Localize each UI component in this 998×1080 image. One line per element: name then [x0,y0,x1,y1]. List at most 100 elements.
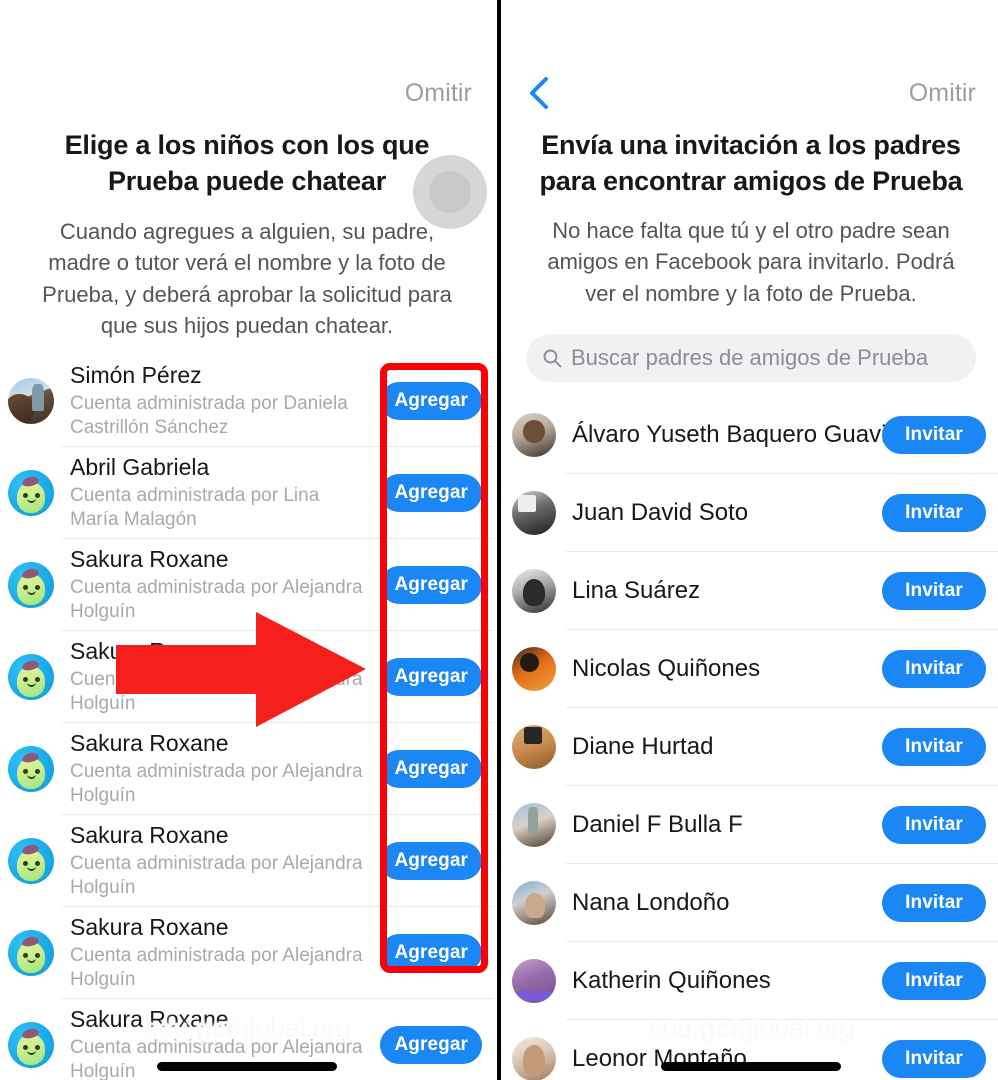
watermark-prefix: edu. [143,1013,196,1043]
home-indicator [661,1062,841,1071]
list-item[interactable]: Sakura Roxane Cuenta administrada por Al… [0,907,494,1000]
avatar [8,746,54,793]
list-item-name: Nicolas Quiñones [572,654,761,682]
watermark-left: edu.gcfglobal.org [0,1013,494,1044]
skip-button-right[interactable]: Omitir [909,79,976,108]
list-item-text: Sakura Roxane Cuenta administrada por Al… [54,822,380,900]
touch-indicator [413,155,487,229]
list-item-name: Abril Gabriela [70,454,210,481]
invite-button[interactable]: Invitar [882,883,986,922]
list-item[interactable]: Nicolas Quiñones Invitar [504,630,998,708]
invite-button[interactable]: Invitar [882,727,986,766]
chevron-left-icon[interactable] [522,76,556,110]
invite-button[interactable]: Invitar [882,805,986,844]
skip-button-left[interactable]: Omitir [405,79,472,108]
add-button[interactable]: Agregar [380,658,482,697]
search-input[interactable]: Buscar padres de amigos de Prueba [526,333,976,382]
invite-button[interactable]: Invitar [882,649,986,688]
avatar [8,378,54,425]
list-item-name: Sakura Roxane [70,822,229,849]
list-item-name: Simón Pérez [70,362,202,389]
list-item-text: Lina Suárez [556,577,882,606]
list-item-name: Juan David Soto [572,498,749,526]
list-item[interactable]: Nana Londoño Invitar [504,864,998,942]
list-item-name: Sakura Roxane [70,730,229,757]
list-item-name: Daniel F Bulla F [572,810,743,838]
list-item-text: Nicolas Quiñones [556,655,882,684]
list-item[interactable]: Abril Gabriela Cuenta administrada por L… [0,447,494,540]
list-item-text: Nana Londoño [556,889,882,918]
watermark-prefix: edu. [647,1013,700,1043]
left-phone-screen: Omitir Elige a los niños con los que Pru… [0,0,494,1080]
list-item-name: Diane Hurtad [572,732,714,760]
list-item-text: Sakura Roxane Cuenta administrada por Al… [54,730,380,808]
left-top-bar: Omitir [0,62,494,124]
invite-button[interactable]: Invitar [882,1039,986,1078]
invite-button[interactable]: Invitar [882,493,986,532]
list-item-text: Álvaro Yuseth Baquero Guavita [556,420,907,450]
page-title-right: Envía una invitación a los padres para e… [539,130,963,196]
list-item-text: Katherin Quiñones [556,967,882,996]
list-item-name: Sakura Roxane [70,914,229,941]
list-item-subtitle: Cuenta administrada por Daniela Castrill… [70,392,348,438]
list-item[interactable]: Daniel F Bulla F Invitar [504,786,998,864]
list-item-name: Nana Londoño [572,888,730,916]
invite-button[interactable]: Invitar [882,961,986,1000]
list-item-text: Sakura Roxane Cuenta administrada por Al… [54,914,380,992]
list-item[interactable]: Sakura Roxane Cuenta administrada por Al… [0,815,494,908]
add-button[interactable]: Agregar [380,474,482,513]
avatar [8,562,54,609]
avatar [8,838,54,885]
watermark-bold: gcf [699,1013,739,1043]
list-item-subtitle: Cuenta administrada por Alejandra Holguí… [70,760,363,806]
add-button[interactable]: Agregar [380,934,482,973]
list-item-subtitle: Cuenta administrada por Alejandra Holguí… [70,852,363,898]
screenshot-root: Omitir Elige a los niños con los que Pru… [0,0,998,1080]
list-item-subtitle: Cuenta administrada por Alejandra Holguí… [70,944,363,990]
add-button[interactable]: Agregar [380,566,482,605]
list-item[interactable]: Diane Hurtad Invitar [504,708,998,786]
list-item[interactable]: Katherin Quiñones Invitar [504,942,998,1020]
add-button[interactable]: Agregar [380,842,482,881]
watermark-suffix: global.org [738,1013,855,1043]
list-item-name: Sakura Roxane [70,546,229,573]
list-item[interactable]: Álvaro Yuseth Baquero Guavita Invitar [504,396,998,474]
add-button[interactable]: Agregar [380,750,482,789]
list-item-text: Juan David Soto [556,499,882,528]
search-placeholder: Buscar padres de amigos de Prueba [571,344,929,370]
list-item-text: Diane Hurtad [556,733,882,762]
list-item[interactable]: Simón Pérez Cuenta administrada por Dani… [0,355,494,448]
avatar [512,490,556,535]
avatar [8,470,54,517]
avatar [512,958,556,1003]
list-item-text: Simón Pérez Cuenta administrada por Dani… [54,362,380,440]
list-item[interactable]: Juan David Soto Invitar [504,474,998,552]
list-item-name: Lina Suárez [572,576,701,604]
avatar [512,646,556,691]
watermark-bold: gcf [195,1013,235,1043]
avatar [512,412,556,457]
search-icon [543,349,562,368]
list-item[interactable]: Lina Suárez Invitar [504,552,998,630]
invite-button[interactable]: Invitar [882,415,986,454]
invite-button[interactable]: Invitar [882,571,986,610]
list-item-name: Katherin Quiñones [572,966,771,994]
panel-separator [494,0,504,1080]
avatar [512,802,556,847]
parents-list: Álvaro Yuseth Baquero Guavita Invitar Ju… [504,396,998,1080]
avatar [512,880,556,925]
list-item[interactable]: Sakura Roxane Cuenta administrada por Al… [0,723,494,816]
avatar [512,568,556,613]
home-indicator [157,1062,337,1071]
right-top-bar: Omitir [504,62,998,124]
list-item-name: Álvaro Yuseth Baquero Guavita [572,420,907,448]
page-subtitle-left: Cuando agregues a alguien, su padre, mad… [42,219,452,338]
page-subtitle-right: No hace falta que tú y el otro padre sea… [547,218,955,306]
add-button[interactable]: Agregar [380,382,482,421]
avatar [8,654,54,701]
watermark-right: edu.gcfglobal.org [504,1013,998,1044]
list-item-text: Daniel F Bulla F [556,811,882,840]
list-item-text: Abril Gabriela Cuenta administrada por L… [54,454,380,532]
list-item-subtitle: Cuenta administrada por Lina María Malag… [70,484,320,530]
right-phone-screen: Omitir Envía una invitación a los padres… [504,0,998,1080]
